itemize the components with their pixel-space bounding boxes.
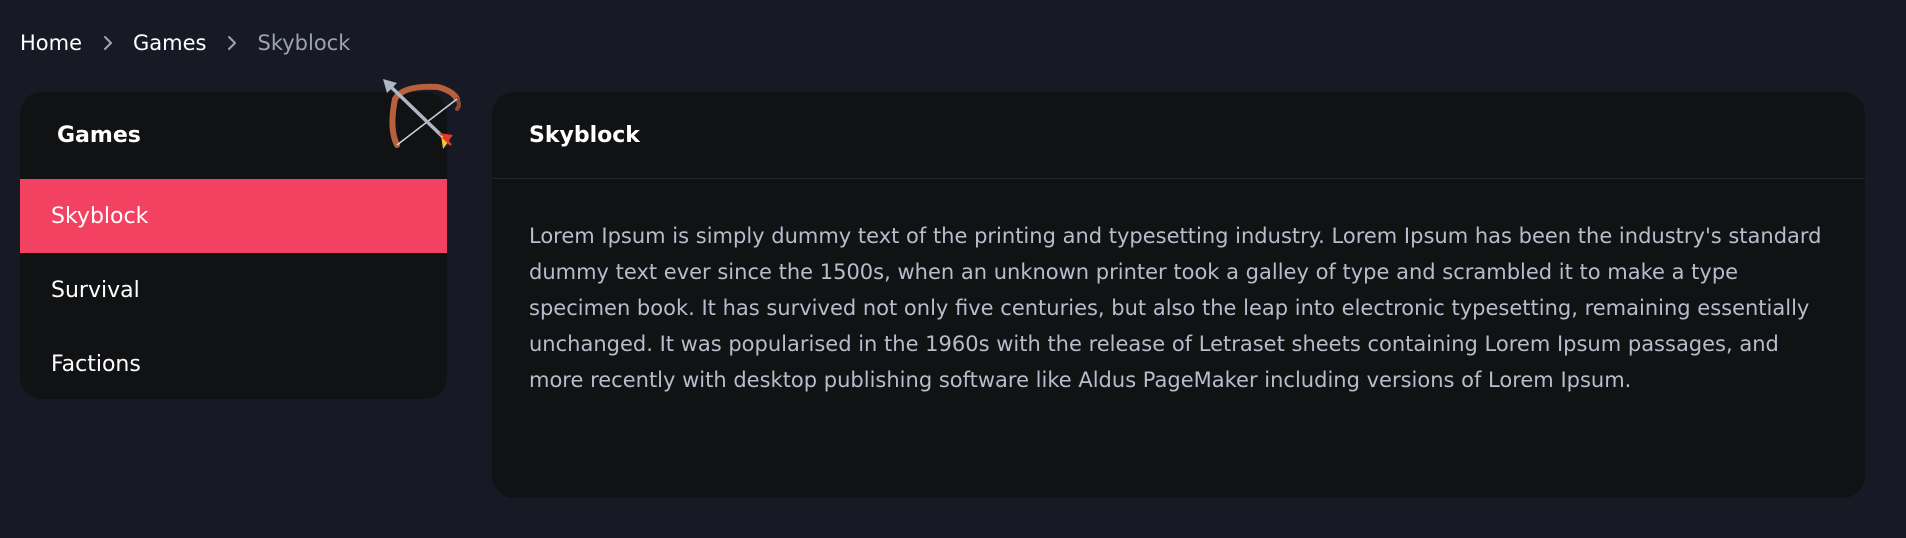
sidebar-item-label: Survival (51, 277, 140, 303)
breadcrumb-games-link[interactable]: Games (133, 31, 206, 55)
sidebar-item-survival[interactable]: Survival (20, 253, 447, 327)
content-body: Lorem Ipsum is simply dummy text of the … (529, 224, 1822, 392)
chevron-right-icon (206, 34, 257, 52)
content-title: Skyblock (492, 92, 1865, 179)
sidebar-item-label: Skyblock (51, 203, 149, 229)
chevron-right-icon (82, 34, 133, 52)
breadcrumb: Home Games Skyblock (20, 28, 350, 58)
breadcrumb-current: Skyblock (257, 31, 351, 55)
sidebar-item-skyblock[interactable]: Skyblock (20, 179, 447, 253)
content-card: Skyblock Lorem Ipsum is simply dummy tex… (492, 92, 1865, 498)
sidebar-item-factions[interactable]: Factions (20, 327, 447, 399)
breadcrumb-home-link[interactable]: Home (20, 31, 82, 55)
bow-and-arrow-icon (383, 79, 461, 157)
sidebar-item-label: Factions (51, 351, 141, 377)
